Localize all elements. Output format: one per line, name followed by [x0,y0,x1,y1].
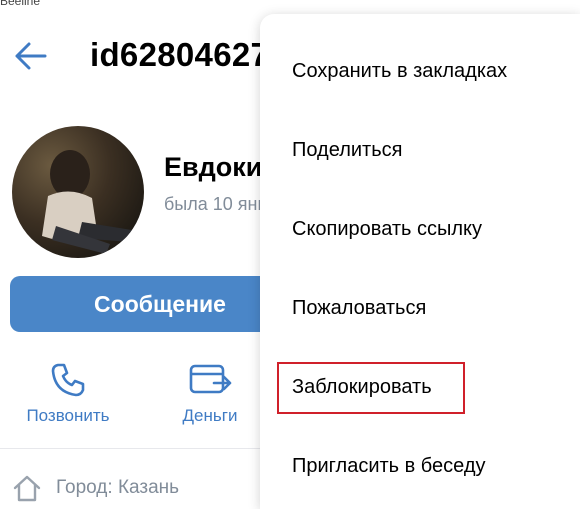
menu-item-invite-chat[interactable]: Пригласить в беседу [292,455,486,478]
menu-item-copy-link[interactable]: Скопировать ссылку [292,218,482,241]
back-button[interactable] [12,38,48,74]
profile-name: Евдоки [164,152,263,182]
avatar-photo [42,150,132,254]
carrier-label: Beeline [0,0,41,8]
home-icon [13,475,41,502]
phone-icon [51,363,85,397]
profile-status: была 10 янв [164,194,268,214]
money-transfer-icon [189,364,232,394]
highlight-box [277,362,465,414]
money-button[interactable]: Деньги [150,360,270,426]
context-menu: Сохранить в закладках Поделиться Скопиро… [260,14,580,509]
menu-item-report[interactable]: Пожаловаться [292,297,426,320]
menu-item-share[interactable]: Поделиться [292,139,402,162]
page-title: id62804627 [90,36,270,73]
city-text: Город: Казань [56,477,180,498]
call-button[interactable]: Позвонить [8,360,128,426]
avatar[interactable] [12,126,144,258]
call-label: Позвонить [26,406,110,425]
money-label: Деньги [182,406,238,425]
city-row: Город: Казань [12,474,179,502]
menu-item-bookmark[interactable]: Сохранить в закладках [292,60,507,83]
arrow-left-icon [15,42,47,70]
